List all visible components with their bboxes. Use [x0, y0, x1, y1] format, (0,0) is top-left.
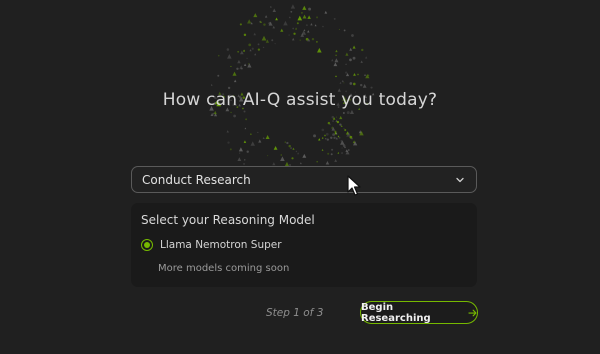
chevron-down-icon: [456, 177, 464, 183]
begin-researching-label: Begin Researching: [361, 301, 431, 324]
step-indicator: Step 1 of 3: [266, 307, 324, 319]
mode-select[interactable]: Conduct Research: [131, 166, 477, 193]
app-root: How can AI-Q assist you today? Conduct R…: [0, 0, 600, 354]
mode-select-value: Conduct Research: [142, 173, 251, 187]
radio-selected-icon[interactable]: [141, 239, 153, 251]
reasoning-panel-title: Select your Reasoning Model: [141, 213, 315, 227]
mouse-cursor-icon: [347, 175, 361, 196]
model-option-label: Llama Nemotron Super: [160, 239, 282, 251]
page-heading: How can AI-Q assist you today?: [162, 90, 438, 110]
reasoning-model-panel: Select your Reasoning Model Llama Nemotr…: [131, 203, 477, 287]
arrow-right-icon: [468, 309, 477, 316]
model-option-llama-nemotron-super[interactable]: Llama Nemotron Super: [141, 238, 282, 252]
more-models-note: More models coming soon: [158, 263, 290, 274]
begin-researching-button[interactable]: Begin Researching: [360, 301, 478, 324]
